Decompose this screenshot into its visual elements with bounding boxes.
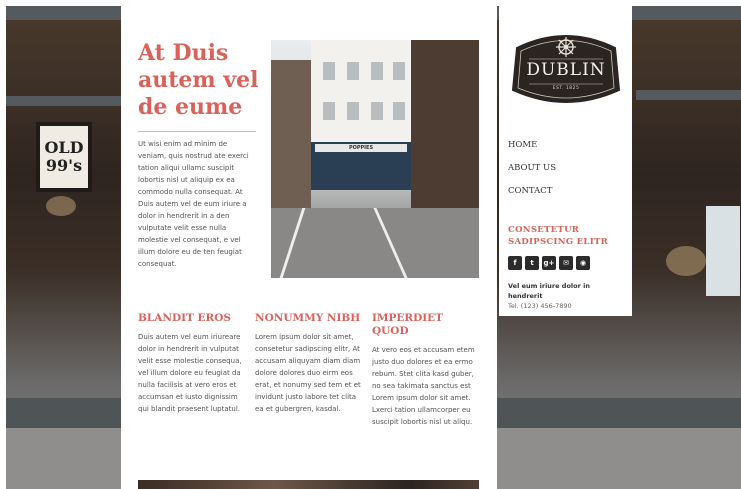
shop-sign: POPPIES <box>315 144 407 152</box>
phone-number: Tel. (123) 456-7890 <box>508 302 572 310</box>
headline-divider <box>138 131 256 132</box>
sidebar-section-title: CONSETETUR SADIPSCING ELITR <box>508 225 608 247</box>
intro-paragraph: Ut wisi enim ad minim de veniam, quis no… <box>138 140 249 268</box>
logo-text: DUBLIN <box>526 60 606 80</box>
column-2: NONUMMY NIBH Lorem ipsum dolor sit amet,… <box>255 312 363 415</box>
twitter-icon[interactable]: t <box>525 256 539 270</box>
main-nav: HOME ABOUT US CONTACT <box>508 138 623 207</box>
page-headline: At Duis autem vel de eume <box>138 40 259 120</box>
column-1-text: Duis autem vel eum iriureare dolor in he… <box>138 333 242 413</box>
street-photo: POPPIES <box>271 40 479 278</box>
address-line: Vel eum iriure dolor in hendrerit <box>508 282 590 300</box>
social-links: f t g+ ✉ ◉ <box>508 256 590 270</box>
nav-contact[interactable]: CONTACT <box>508 184 623 207</box>
wall-frame-text: OLD 99's <box>44 138 84 175</box>
column-2-title: NONUMMY NIBH <box>255 312 361 324</box>
column-2-text: Lorem ipsum dolor sit amet, consetetur s… <box>255 333 361 413</box>
bottom-image-strip <box>138 480 479 489</box>
facebook-icon[interactable]: f <box>508 256 522 270</box>
column-1: BLANDIT EROS Duis autem vel eum iriurear… <box>138 312 246 415</box>
dublin-logo[interactable]: DUBLIN EST. 1825 <box>507 28 625 110</box>
email-icon[interactable]: ✉ <box>559 256 573 270</box>
nav-home[interactable]: HOME <box>508 138 623 161</box>
feed-icon[interactable]: ◉ <box>576 256 590 270</box>
sidebar: DUBLIN EST. 1825 HOME ABOUT US CONTACT C… <box>499 6 632 316</box>
column-3: IMPERDIET QUOD At vero eos et accusam et… <box>372 312 480 428</box>
column-1-title: BLANDIT EROS <box>138 312 231 324</box>
nav-about-us[interactable]: ABOUT US <box>508 161 623 184</box>
logo-established: EST. 1825 <box>552 86 580 91</box>
contact-info: Vel eum iriure dolor in hendrerit Tel. (… <box>508 281 626 311</box>
google-plus-icon[interactable]: g+ <box>542 256 556 270</box>
main-content: At Duis autem vel de eume Ut wisi enim a… <box>121 6 497 489</box>
column-3-title: IMPERDIET QUOD <box>372 312 443 337</box>
wall-frame: OLD 99's <box>36 122 92 192</box>
column-3-text: At vero eos et accusam etem justo duo do… <box>372 346 475 426</box>
